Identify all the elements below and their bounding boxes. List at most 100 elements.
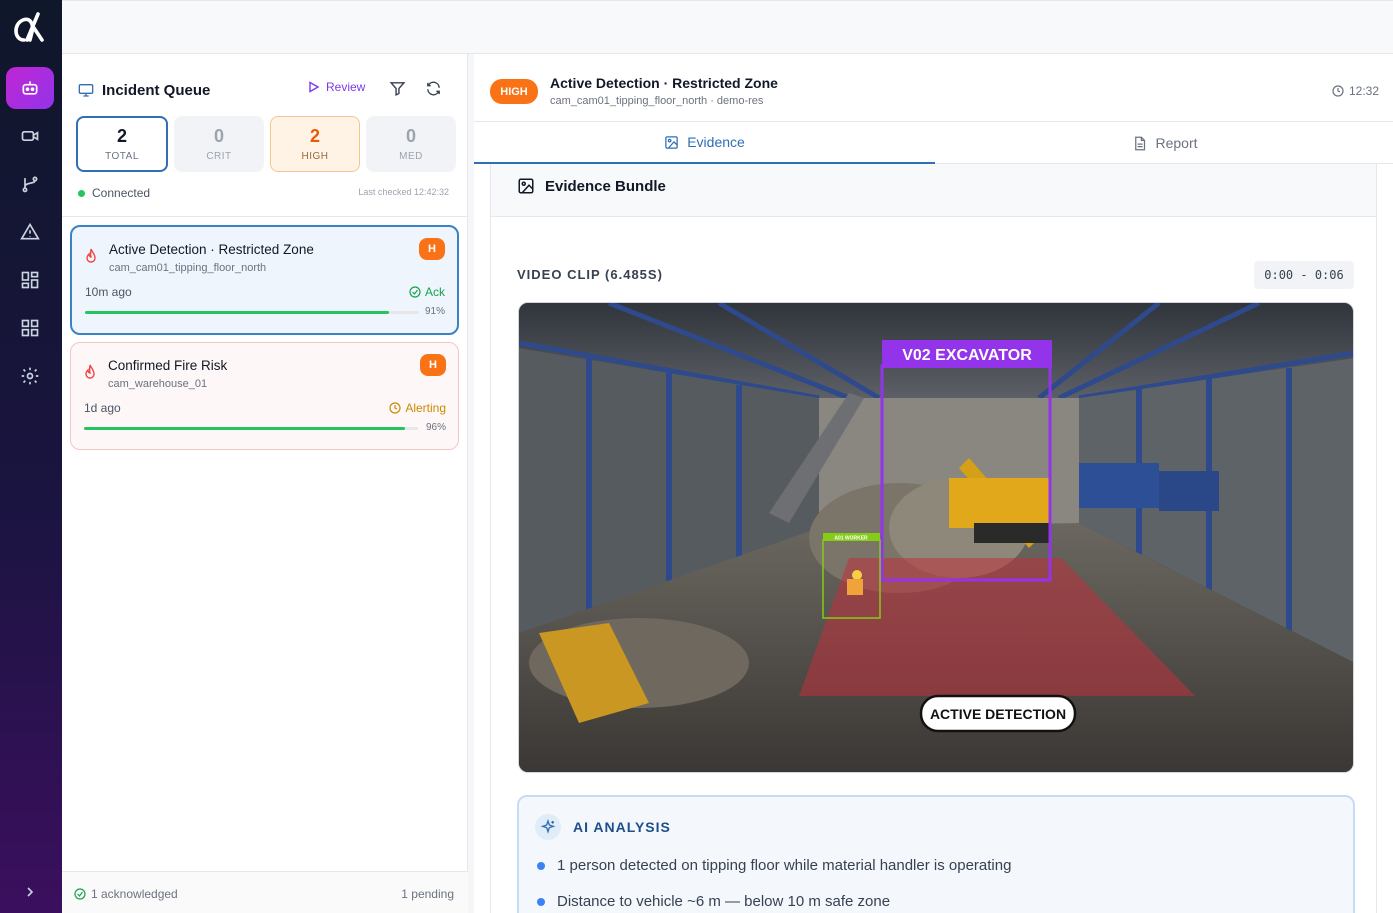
tab-evidence[interactable]: Evidence — [474, 122, 935, 164]
expand-rail-button[interactable] — [18, 880, 42, 904]
review-button[interactable]: Review — [308, 80, 365, 94]
filter-button[interactable] — [389, 80, 406, 102]
bullet — [537, 861, 545, 870]
flame-icon — [85, 364, 95, 379]
incident-camera: cam_warehouse_01 — [108, 378, 208, 390]
confidence-fill — [85, 311, 389, 314]
detail-time-label: 12:32 — [1348, 84, 1379, 98]
stat-high-value: 2 — [309, 126, 320, 146]
refresh-button[interactable] — [425, 80, 442, 102]
queue-header: Incident Queue Review — [78, 78, 458, 102]
detail-title: Active Detection · Restricted Zone — [550, 75, 778, 91]
ai-finding: 1 person detected on tipping floor while… — [537, 857, 1011, 874]
active-detection-label: ACTIVE DETECTION — [930, 706, 1066, 722]
connection-status: Connected — [78, 186, 150, 200]
top-bar — [62, 0, 1393, 54]
worker-label: A01 WORKER — [834, 536, 868, 542]
last-checked: Last checked 12:42:32 — [358, 187, 449, 197]
detail-subtitle: cam_cam01_tipping_floor_north · demo-res — [550, 95, 764, 107]
acknowledged-count: 1 acknowledged — [74, 887, 178, 901]
stat-total[interactable]: 2 TOTAL — [76, 116, 168, 172]
video-player[interactable]: V02 EXCAVATOR A01 WORKER ACTIVE DETECTIO… — [518, 302, 1354, 773]
vehicle-label: V02 EXCAVATOR — [902, 347, 1032, 364]
ai-title: AI ANALYSIS — [573, 819, 671, 835]
incident-camera: cam_cam01_tipping_floor_north — [109, 262, 267, 274]
stat-high-label: HIGH — [301, 151, 329, 162]
check-circle-icon — [74, 888, 86, 900]
bundle-title-label: Evidence Bundle — [545, 177, 666, 195]
ai-finding-text: Distance to vehicle ~6 m — below 10 m sa… — [557, 893, 891, 910]
document-icon — [1135, 136, 1146, 150]
clip-range: 0:00 - 0:06 — [1254, 261, 1354, 289]
nav-dashboard[interactable] — [6, 259, 54, 301]
severity-pill: HIGH — [490, 79, 538, 104]
play-icon — [309, 81, 320, 93]
nav-workflows[interactable] — [6, 163, 54, 205]
incident-card[interactable]: Active Detection · Restricted Zone cam_c… — [70, 225, 459, 335]
incident-status: Alerting — [389, 401, 446, 415]
incident-status-label: Ack — [424, 285, 445, 299]
monitor-icon — [78, 84, 94, 97]
incident-age: 1d ago — [84, 401, 121, 415]
gear-icon — [21, 367, 39, 385]
incident-card[interactable]: Confirmed Fire Risk cam_warehouse_01 H 1… — [70, 342, 459, 450]
confidence-fill — [84, 427, 405, 430]
status-dot — [78, 189, 85, 197]
nav-apps[interactable] — [6, 307, 54, 349]
nav-settings[interactable] — [6, 355, 54, 397]
acknowledged-label: 1 acknowledged — [91, 887, 178, 901]
stat-high[interactable]: 2 HIGH — [270, 116, 360, 172]
clock-icon — [1332, 85, 1344, 97]
nav-rail — [0, 0, 62, 913]
git-branch-icon — [22, 176, 38, 193]
image-icon — [518, 178, 534, 194]
incident-title: Confirmed Fire Risk — [108, 358, 228, 373]
sparkle-icon — [535, 814, 561, 840]
check-circle-icon — [409, 286, 421, 298]
nav-alerts[interactable] — [6, 211, 54, 253]
incident-queue-panel: Incident Queue Review 2 TOTAL 0 CRIT 2 H… — [62, 54, 468, 913]
app-logo[interactable] — [10, 10, 50, 46]
ai-analysis: AI ANALYSIS 1 person detected on tipping… — [517, 795, 1355, 913]
clock-icon — [389, 402, 401, 414]
pending-count: 1 pending — [401, 887, 454, 901]
stat-total-value: 2 — [116, 126, 127, 146]
confidence-bar — [84, 427, 418, 430]
filter-icon — [389, 82, 406, 97]
ai-header: AI ANALYSIS — [535, 814, 671, 840]
tab-report-label: Report — [1155, 135, 1198, 151]
clip-label: VIDEO CLIP (6.485S) — [517, 267, 663, 282]
apps-grid-icon — [21, 319, 39, 337]
ai-finding: Distance to vehicle ~6 m — below 10 m sa… — [537, 893, 890, 910]
confidence-value: 96% — [425, 422, 446, 433]
review-label: Review — [326, 80, 366, 94]
flame-icon — [86, 248, 96, 263]
incident-status: Ack — [409, 285, 445, 299]
image-icon — [665, 135, 678, 149]
incident-title: Active Detection · Restricted Zone — [109, 242, 314, 257]
stat-crit-label: CRIT — [206, 151, 232, 162]
connection-label: Connected — [92, 186, 151, 200]
stat-crit[interactable]: 0 CRIT — [174, 116, 264, 172]
divider — [62, 216, 468, 217]
stat-total-label: TOTAL — [105, 151, 139, 162]
severity-badge: H — [419, 238, 445, 260]
queue-title: Incident Queue — [102, 81, 211, 99]
tab-report[interactable]: Report — [935, 122, 1393, 164]
detail-header: HIGH Active Detection · Restricted Zone … — [474, 54, 1393, 122]
ai-finding-text: 1 person detected on tipping floor while… — [557, 857, 1012, 874]
dashboard-grid-icon — [21, 271, 39, 289]
chevron-right-icon — [27, 887, 34, 897]
queue-footer: 1 acknowledged 1 pending — [62, 871, 468, 913]
nav-cameras[interactable] — [6, 115, 54, 157]
nav-robot[interactable] — [6, 67, 54, 109]
warehouse-scene: V02 EXCAVATOR A01 WORKER ACTIVE DETECTIO… — [519, 303, 1353, 772]
stat-med[interactable]: 0 MED — [366, 116, 456, 172]
stat-med-value: 0 — [405, 126, 416, 146]
incident-age: 10m ago — [85, 285, 132, 299]
severity-badge: H — [420, 354, 446, 376]
detail-tabs: Evidence Report — [474, 122, 1393, 164]
confidence-bar — [85, 311, 419, 314]
confidence-value: 91% — [424, 306, 445, 317]
stat-crit-value: 0 — [213, 126, 224, 146]
